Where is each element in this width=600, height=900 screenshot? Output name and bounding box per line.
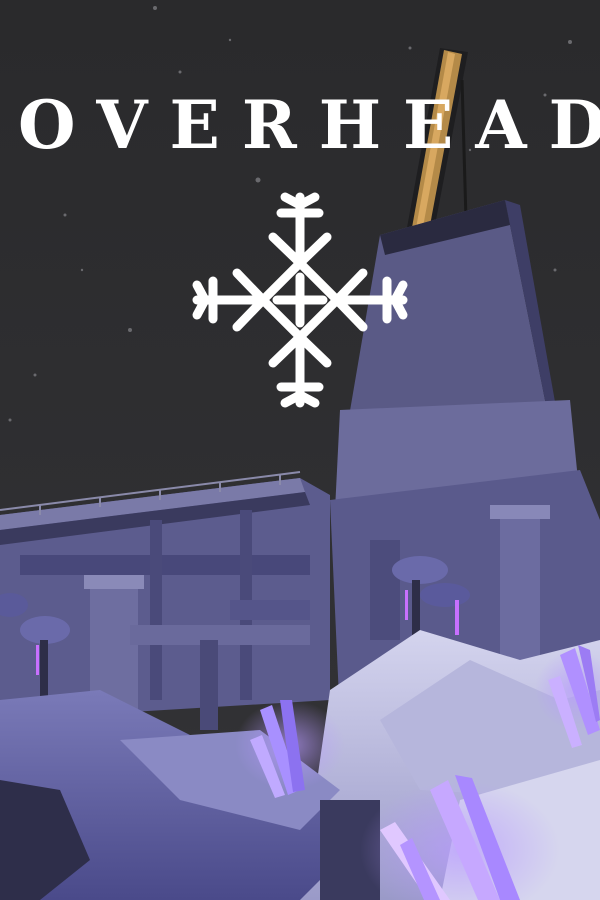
snowflake-rune-icon	[192, 192, 408, 408]
game-cover: OVERHEAD	[0, 0, 600, 900]
building	[0, 471, 330, 730]
game-title: OVERHEAD	[18, 86, 600, 164]
